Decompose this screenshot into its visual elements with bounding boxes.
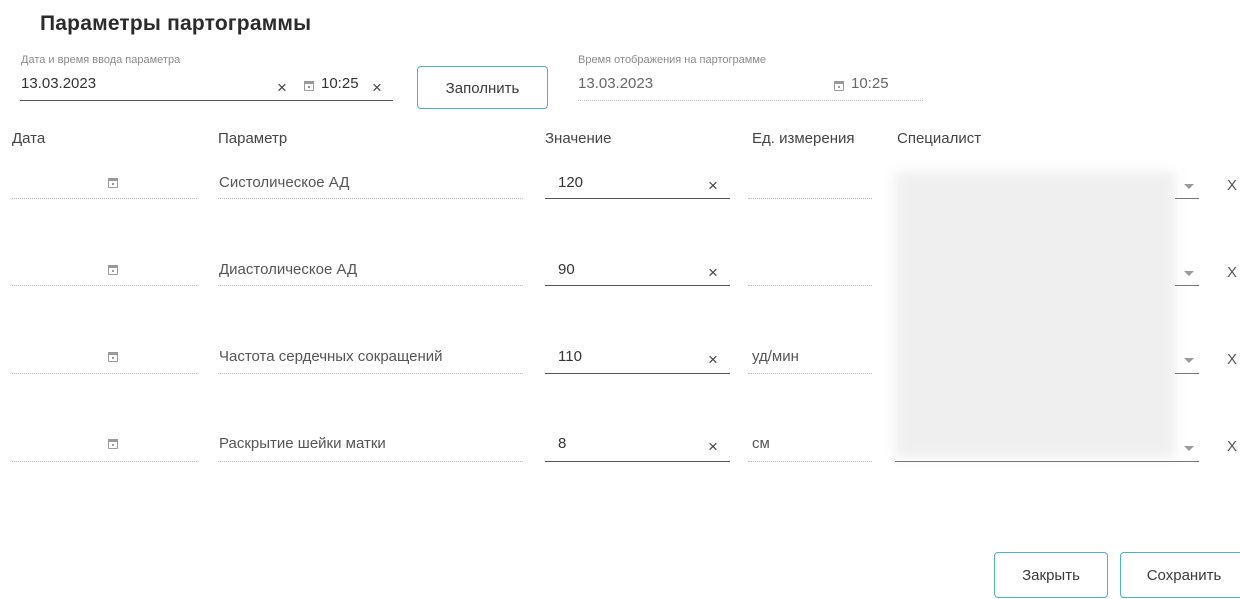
row-unit-underline: [748, 198, 872, 199]
specialist-underline: [1175, 198, 1199, 199]
row-date-field[interactable]: [12, 198, 197, 199]
specialist-blurred-area: [895, 172, 1175, 458]
remove-row-button[interactable]: X: [1227, 264, 1237, 281]
input-date-field[interactable]: 13.03.2023: [21, 75, 96, 92]
row-date-calendar-icon[interactable]: [108, 439, 118, 449]
calendar-icon[interactable]: [304, 81, 314, 91]
row-value-input[interactable]: 110: [558, 348, 582, 365]
remove-row-button[interactable]: X: [1227, 351, 1237, 368]
specialist-dropdown-chevron-icon[interactable]: [1184, 446, 1194, 451]
row-value-input[interactable]: 90: [558, 261, 575, 278]
row-date-field[interactable]: [12, 285, 197, 286]
row-parameter: Раскрытие шейки матки: [219, 435, 386, 452]
specialist-underline: [895, 461, 1199, 462]
clear-value-icon[interactable]: ×: [708, 177, 718, 194]
display-time-field: 10:25: [851, 75, 889, 92]
row-date-calendar-icon[interactable]: [108, 352, 118, 362]
row-value-underline: [545, 461, 730, 462]
specialist-dropdown-chevron-icon[interactable]: [1184, 271, 1194, 276]
col-header-unit: Ед. измерения: [752, 130, 855, 147]
fill-button[interactable]: Заполнить: [417, 66, 548, 109]
row-parameter-underline: [218, 461, 523, 462]
input-time-field[interactable]: 10:25: [321, 75, 359, 92]
col-header-value: Значение: [545, 130, 612, 147]
row-unit-underline: [748, 373, 872, 374]
row-unit-underline: [748, 285, 872, 286]
row-date-calendar-icon[interactable]: [108, 265, 118, 275]
col-header-specialist: Специалист: [897, 130, 982, 147]
row-unit-underline: [748, 461, 872, 462]
specialist-underline: [1175, 373, 1199, 374]
row-value-input[interactable]: 8: [558, 435, 566, 452]
row-parameter-underline: [218, 285, 523, 286]
display-calendar-icon: [834, 81, 844, 91]
save-button[interactable]: Сохранить: [1120, 552, 1240, 598]
row-unit: см: [752, 435, 770, 452]
clear-value-icon[interactable]: ×: [708, 351, 718, 368]
col-header-date: Дата: [12, 130, 46, 147]
row-value-input[interactable]: 120: [558, 174, 583, 191]
row-date-field[interactable]: [12, 373, 197, 374]
row-parameter-underline: [218, 373, 523, 374]
row-value-underline: [545, 198, 730, 199]
row-unit: уд/мин: [752, 348, 799, 365]
row-value-underline: [545, 285, 730, 286]
display-date-field: 13.03.2023: [578, 75, 654, 92]
specialist-dropdown-chevron-icon[interactable]: [1184, 358, 1194, 363]
display-time-label: Время отображения на партограмме: [578, 54, 767, 66]
dialog-title: Параметры партограммы: [40, 12, 312, 35]
clear-value-icon[interactable]: ×: [708, 264, 718, 281]
specialist-underline: [1175, 285, 1199, 286]
remove-row-button[interactable]: X: [1227, 438, 1237, 455]
row-date-calendar-icon[interactable]: [108, 178, 118, 188]
clear-date-icon[interactable]: ×: [277, 79, 287, 96]
specialist-dropdown-chevron-icon[interactable]: [1184, 184, 1194, 189]
row-parameter-underline: [218, 198, 523, 199]
display-time-underline: [578, 100, 923, 101]
row-parameter: Диастолическое АД: [219, 261, 358, 278]
remove-row-button[interactable]: X: [1227, 177, 1237, 194]
clear-time-icon[interactable]: ×: [372, 79, 382, 96]
row-parameter: Частота сердечных сокращений: [219, 348, 443, 365]
row-date-field[interactable]: [12, 461, 197, 462]
row-parameter: Систолическое АД: [219, 174, 350, 191]
input-datetime-underline: [20, 100, 393, 101]
close-button[interactable]: Закрыть: [994, 552, 1108, 598]
row-value-underline: [545, 373, 730, 374]
input-datetime-label: Дата и время ввода параметра: [21, 54, 181, 66]
col-header-parameter: Параметр: [218, 130, 288, 147]
clear-value-icon[interactable]: ×: [708, 438, 718, 455]
